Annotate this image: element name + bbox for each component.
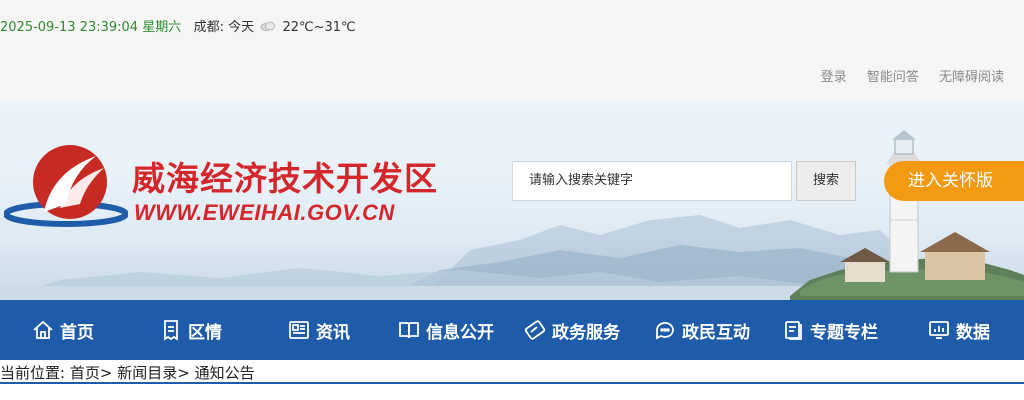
current-weekday: 星期六 xyxy=(142,20,182,35)
nav-item-label: 政务服务 xyxy=(552,322,620,343)
login-link[interactable]: 登录 xyxy=(821,70,847,85)
breadcrumb-prefix: 当前位置: xyxy=(0,364,66,382)
nav-item-interaction[interactable]: 政民互动 xyxy=(654,300,750,360)
nav-item-label: 资讯 xyxy=(316,322,350,343)
top-links: 登录 智能问答 无障碍阅读 xyxy=(805,66,1004,85)
search-button[interactable]: 搜索 xyxy=(796,161,856,201)
handshake-icon xyxy=(524,319,546,341)
breadcrumb-current: 通知公告 xyxy=(194,364,255,382)
nav-item-district[interactable]: 区情 xyxy=(160,300,222,360)
nav-item-label: 政民互动 xyxy=(682,322,750,343)
site-url: WWW.EWEIHAI.GOV.CN xyxy=(134,200,395,225)
nav-item-gov-services[interactable]: 政务服务 xyxy=(524,300,620,360)
nav-item-label: 首页 xyxy=(60,322,94,343)
ewei-emblem-icon xyxy=(3,142,129,232)
site-title: 威海经济技术开发区 xyxy=(132,159,438,198)
nav-item-topics[interactable]: 专题专栏 xyxy=(782,300,878,360)
news-icon xyxy=(288,319,310,341)
nav-item-news[interactable]: 资讯 xyxy=(288,300,350,360)
nav-item-label: 区情 xyxy=(188,322,222,343)
breadcrumb-home[interactable]: 首页> xyxy=(70,364,113,382)
care-mode-button[interactable]: 进入关怀版 xyxy=(884,161,1024,201)
date-weather-info: 2025-09-13 23:39:04 星期六 成都: 今天 22℃~31℃ xyxy=(0,16,356,36)
breadcrumb: 当前位置: 首页> 新闻目录> 通知公告 xyxy=(0,362,1024,384)
current-datetime: 2025-09-13 23:39:04 xyxy=(0,20,139,35)
city-label: 成都: xyxy=(193,20,225,35)
header-banner: 威海经济技术开发区 WWW.EWEIHAI.GOV.CN 请输入搜索关键字 搜索… xyxy=(0,100,1024,300)
document-icon xyxy=(160,319,182,341)
accessibility-link[interactable]: 无障碍阅读 xyxy=(939,70,1004,85)
chat-icon xyxy=(654,319,676,341)
home-icon xyxy=(32,319,54,341)
nav-item-home[interactable]: 首页 xyxy=(32,300,94,360)
topic-icon xyxy=(782,319,804,341)
nav-item-data[interactable]: 数据 xyxy=(928,300,990,360)
chart-icon xyxy=(928,319,950,341)
nav-item-info-disclosure[interactable]: 信息公开 xyxy=(398,300,494,360)
smart-qa-link[interactable]: 智能问答 xyxy=(867,70,919,85)
top-bar: 2025-09-13 23:39:04 星期六 成都: 今天 22℃~31℃ 登… xyxy=(0,0,1024,100)
nav-item-label: 专题专栏 xyxy=(810,322,878,343)
breadcrumb-news-catalog[interactable]: 新闻目录> xyxy=(117,364,190,382)
today-label: 今天 xyxy=(228,20,255,35)
temperature: 22℃~31℃ xyxy=(282,20,356,35)
book-icon xyxy=(398,319,420,341)
nav-item-label: 信息公开 xyxy=(426,322,494,343)
cloudy-icon xyxy=(260,20,276,36)
nav-item-label: 数据 xyxy=(956,322,990,343)
search-input[interactable]: 请输入搜索关键字 xyxy=(512,161,792,201)
main-nav: 首页 区情 资讯 信息公开 政务服务 政民互动 专题专栏 数据 xyxy=(0,300,1024,360)
